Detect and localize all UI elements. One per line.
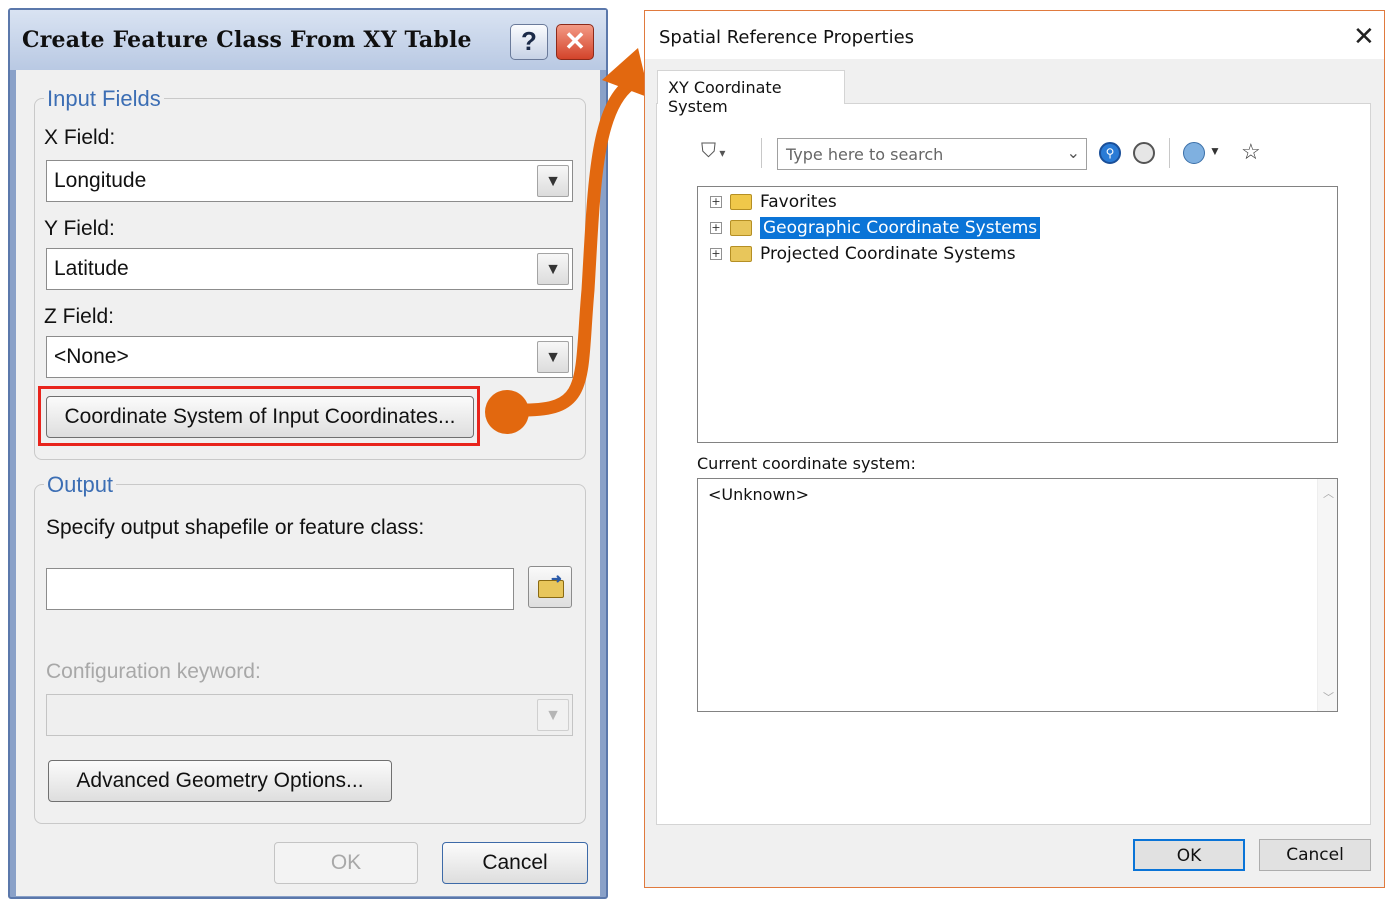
toolbar-divider <box>1169 138 1170 168</box>
tab-page: ⛉ ▾ Type here to search ⌄ ⚲ ▼ ☆ + Favorit… <box>656 103 1371 825</box>
config-keyword-label: Configuration keyword: <box>46 660 261 683</box>
current-system-label: Current coordinate system: <box>697 454 916 473</box>
search-box[interactable]: Type here to search ⌄ <box>777 138 1087 170</box>
ok-button[interactable]: OK <box>274 842 418 884</box>
z-field-label: Z Field: <box>44 305 115 328</box>
tree-node-projected[interactable]: + Projected Coordinate Systems <box>710 244 1016 268</box>
tree-node-geographic[interactable]: + Geographic Coordinate Systems <box>710 217 1041 242</box>
filter-icon[interactable]: ⛉ ▾ <box>701 140 725 163</box>
input-fields-legend: Input Fields <box>44 86 164 112</box>
output-legend: Output <box>44 472 117 498</box>
ok-button[interactable]: OK <box>1133 839 1245 871</box>
folder-icon <box>730 220 752 236</box>
expand-icon[interactable]: + <box>710 222 722 234</box>
cancel-button[interactable]: Cancel <box>1259 839 1371 871</box>
coordinate-system-tree[interactable]: + Favorites + Geographic Coordinate System… <box>697 186 1338 443</box>
chevron-down-icon: ▼ <box>537 699 569 731</box>
chevron-down-icon[interactable]: ▼ <box>1209 144 1221 158</box>
close-icon[interactable]: ✕ <box>1353 21 1375 52</box>
config-keyword-combo: ▼ <box>46 694 573 736</box>
arrow-path <box>518 77 637 417</box>
dialog-title: Create Feature Class From XY Table <box>22 27 472 53</box>
expand-icon[interactable]: + <box>710 196 722 208</box>
chevron-down-icon[interactable]: ⌄ <box>1067 143 1080 163</box>
current-system-box: <Unknown> ︿ ﹀ <box>697 478 1338 712</box>
cancel-button[interactable]: Cancel <box>442 842 588 884</box>
connector-arrow <box>485 48 650 434</box>
dialog-client: ⛉ ▾ Type here to search ⌄ ⚲ ▼ ☆ + Favorit… <box>645 59 1384 887</box>
x-field-label: X Field: <box>44 126 116 149</box>
y-field-label: Y Field: <box>44 217 115 240</box>
scrollbar[interactable]: ︿ ﹀ <box>1317 479 1337 711</box>
dialog-title: Spatial Reference Properties <box>659 27 915 48</box>
expand-icon[interactable]: + <box>710 248 722 260</box>
folder-icon <box>730 246 752 262</box>
add-favorite-icon[interactable]: ☆ <box>1241 139 1261 165</box>
search-icon[interactable]: ⚲ <box>1099 142 1121 164</box>
tab-xy-coordinate-system[interactable]: XY Coordinate System <box>657 70 845 116</box>
current-system-value: <Unknown> <box>708 485 810 504</box>
advanced-geometry-button[interactable]: Advanced Geometry Options... <box>48 760 392 802</box>
output-path-input[interactable] <box>46 568 514 610</box>
search-placeholder: Type here to search <box>786 145 944 164</box>
y-field-value: Latitude <box>54 257 129 280</box>
tree-node-favorites[interactable]: + Favorites <box>710 192 837 216</box>
spatial-reference-dialog: Spatial Reference Properties ✕ ⛉ ▾ Type … <box>644 10 1385 888</box>
toolbar-divider <box>761 138 762 168</box>
x-field-value: Longitude <box>54 169 147 192</box>
z-field-value: <None> <box>54 345 129 368</box>
browse-folder-button[interactable]: ➜ <box>528 566 572 608</box>
coordinate-system-button[interactable]: Coordinate System of Input Coordinates..… <box>46 396 474 438</box>
clear-search-icon[interactable] <box>1133 142 1155 164</box>
folder-icon <box>730 194 752 210</box>
globe-icon[interactable] <box>1183 142 1205 164</box>
output-label: Specify output shapefile or feature clas… <box>46 516 425 539</box>
